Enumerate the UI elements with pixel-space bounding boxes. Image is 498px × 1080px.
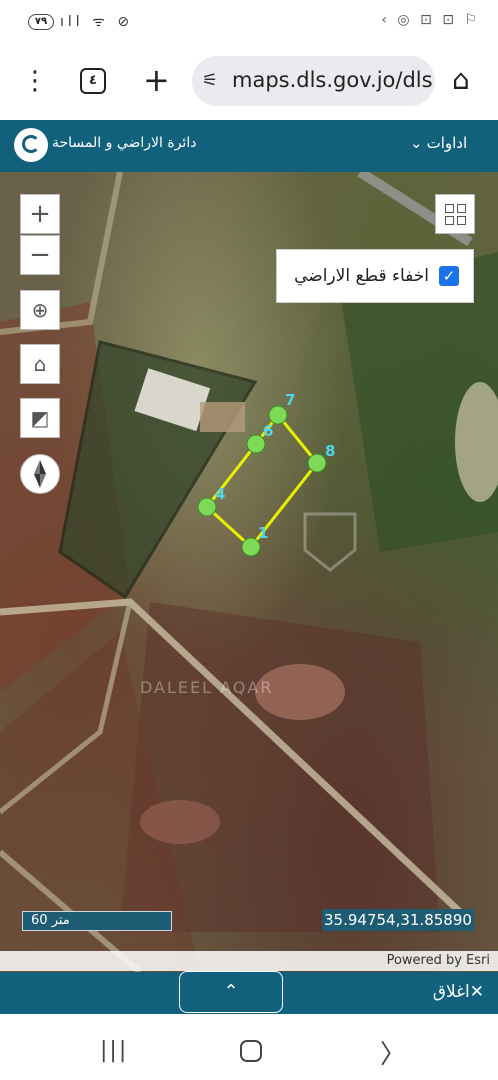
home-extent-icon[interactable]: ⌂ xyxy=(20,344,60,384)
browser-home-icon[interactable]: ⌂ xyxy=(452,64,470,96)
dls-logo xyxy=(14,128,48,162)
map-view[interactable]: 7 6 8 4 1 DALEEL AQAR + − ⊕ ⌂ ◩ اخفاء قط… xyxy=(0,172,498,972)
zoom-in-button[interactable]: + xyxy=(20,194,60,234)
zoom-out-button[interactable]: − xyxy=(20,235,60,275)
close-icon: ✕ xyxy=(469,982,484,1002)
vertex-label: 8 xyxy=(325,442,335,460)
notification-icons: ‹ ◎ ⊡ ⊡ ⚐ xyxy=(381,12,480,28)
back-button[interactable]: 〉 xyxy=(380,1034,406,1071)
measure-icon[interactable]: ◩ xyxy=(20,398,60,438)
new-tab-button[interactable]: + xyxy=(143,60,170,100)
expand-panel-button[interactable]: ⌃ xyxy=(179,971,283,1013)
vertex-label: 4 xyxy=(215,485,225,503)
menu-icon[interactable]: ⋮ xyxy=(22,66,48,98)
scale-bar: 60 متر xyxy=(22,911,172,931)
browser-toolbar: ⋮ ٤ + ⚟ maps.dls.gov.jo/dls ⌂ xyxy=(0,44,498,120)
address-bar[interactable]: ⚟ maps.dls.gov.jo/dls xyxy=(192,56,435,106)
chevron-down-icon: ⌄ xyxy=(410,134,423,152)
home-button[interactable] xyxy=(240,1040,262,1062)
recents-button[interactable]: ||| xyxy=(100,1038,128,1063)
coordinates-readout: 35.94754,31.85890 xyxy=(322,909,474,931)
battery-icon: ٧٩ xyxy=(28,14,54,30)
locate-icon[interactable]: ⊕ xyxy=(20,290,60,330)
signal-wifi-icons: ıll ᯤ ⊘ xyxy=(60,14,134,30)
close-button[interactable]: اغلاق✕ xyxy=(433,982,484,1002)
system-nav-bar: ||| 〉 xyxy=(0,1014,498,1080)
url-text[interactable]: maps.dls.gov.jo/dls xyxy=(232,68,433,92)
vertex-label: 7 xyxy=(285,391,295,409)
compass-icon[interactable] xyxy=(20,454,60,494)
site-settings-icon[interactable]: ⚟ xyxy=(202,70,218,91)
page-title: دائرة الاراضي و المساحة xyxy=(52,135,197,151)
hide-parcels-checkbox[interactable]: ✓ xyxy=(439,266,459,286)
tabs-button[interactable]: ٤ xyxy=(80,68,106,94)
vertex-label: 6 xyxy=(263,422,273,440)
tools-label: اداوات xyxy=(426,134,468,152)
hide-parcels-toggle[interactable]: اخفاء قطع الاراضي ✓ xyxy=(276,249,474,303)
hide-parcels-label: اخفاء قطع الاراضي xyxy=(294,266,429,286)
basemap-gallery-icon[interactable] xyxy=(435,194,475,234)
powered-by-esri[interactable]: Powered by Esri xyxy=(0,951,498,971)
status-bar: ٧٩ ıll ᯤ ⊘ ‹ ◎ ⊡ ⊡ ⚐ xyxy=(0,0,498,44)
watermark: DALEEL AQAR xyxy=(140,678,274,697)
app-header: دائرة الاراضي و المساحة ⌄ اداوات xyxy=(0,120,498,172)
vertex-label: 1 xyxy=(258,524,268,542)
tools-menu-button[interactable]: ⌄ اداوات xyxy=(410,134,467,152)
bottom-panel: ⌃ اغلاق✕ xyxy=(0,971,498,1014)
close-label: اغلاق xyxy=(432,982,470,1002)
